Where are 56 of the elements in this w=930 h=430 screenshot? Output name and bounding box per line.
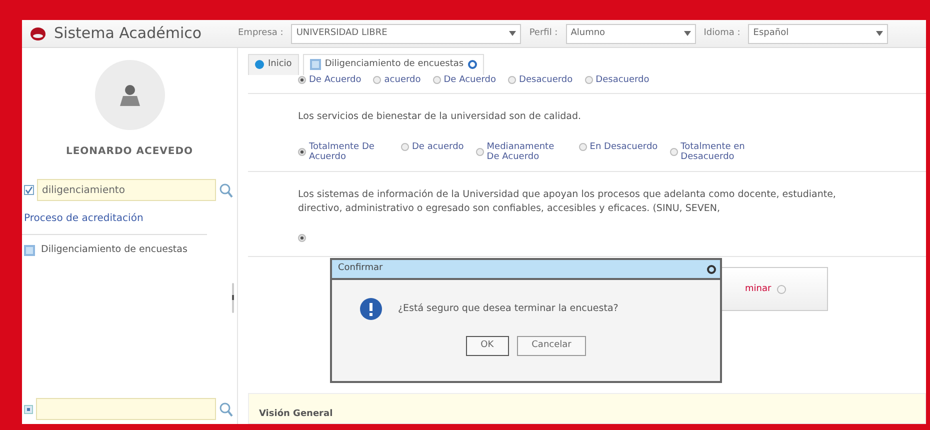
radio-button[interactable] [670,148,678,156]
form-icon [24,244,35,256]
radio-button[interactable] [298,148,306,156]
question-text: Los servicios de bienestar de la universidad son de calidad. [298,110,582,124]
ok-button[interactable]: OK [466,336,509,356]
square-icon [24,404,33,414]
search-field[interactable]: diligenciamiento [37,179,216,201]
option-label: De acuerdo [412,142,464,152]
person-icon [118,84,140,106]
option-label: Desacuerdo [519,74,573,85]
cancel-button[interactable]: Cancelar [516,336,586,356]
radio-button[interactable] [508,76,516,84]
tab[interactable]: Diligenciamiento de encuestas [302,54,484,74]
radio-button[interactable] [584,76,593,84]
option-label: Desacuerdo [596,74,650,85]
radio-button[interactable] [578,143,587,152]
filter-label: Perfil : [529,26,558,40]
option-label: Totalmente en Desacuerdo [680,142,746,163]
tab[interactable]: Inicio [248,54,299,74]
option-label: En Desacuerdo [590,142,658,152]
radio-button[interactable] [401,143,409,152]
splitter-handle[interactable] [231,283,235,313]
caret-icon [684,31,691,36]
checkbox[interactable] [24,185,34,195]
search-icon[interactable] [219,182,233,198]
search-icon[interactable] [219,402,233,416]
caret-icon [509,31,516,36]
filter-label: Idioma : [704,26,740,40]
radio-button[interactable] [298,76,306,84]
alert-icon [360,298,382,320]
nav-link[interactable]: Proceso de acreditación [22,201,207,235]
logo-icon [30,26,46,40]
menu-item[interactable]: Diligenciamiento de encuestas [22,235,237,266]
caret-icon [876,31,884,36]
radio-button[interactable] [432,76,441,84]
radio-button[interactable] [373,76,382,84]
option-label: acuerdo [384,74,421,85]
radio-button[interactable] [476,148,484,156]
dropdown[interactable]: UNIVERSIDAD LIBRE [291,24,522,44]
dropdown[interactable]: Español [748,24,888,44]
form-icon [310,59,321,70]
radio-button[interactable] [298,234,306,242]
filter-label: Empresa : [238,26,284,40]
question-text: Los sistemas de información de la Universidad que apoyan los procesos que adelanta como docente, estudiante, directivo, administrativo o egresado son confiables, accesibles y eficaces. (SINU, SEVEN, [298,188,837,216]
dialog-title: Confirmar [338,262,383,276]
dialog-message: ¿Está seguro que desea terminar la encuesta? [398,302,618,316]
option-label: De Acuerdo [444,74,496,85]
user-name: LEONARDO ACEVEDO [64,145,194,159]
dropdown[interactable]: Alumno [566,24,696,44]
option-label: Medianamente De Acuerdo [486,142,556,163]
panel-title: Visión General [248,392,926,424]
option-label: Totalmente De Acuerdo [309,142,376,163]
app-title: Sistema Académico [54,23,202,44]
option-label: De Acuerdo [309,74,362,85]
search-field[interactable] [36,398,216,420]
circle-icon [255,60,264,70]
